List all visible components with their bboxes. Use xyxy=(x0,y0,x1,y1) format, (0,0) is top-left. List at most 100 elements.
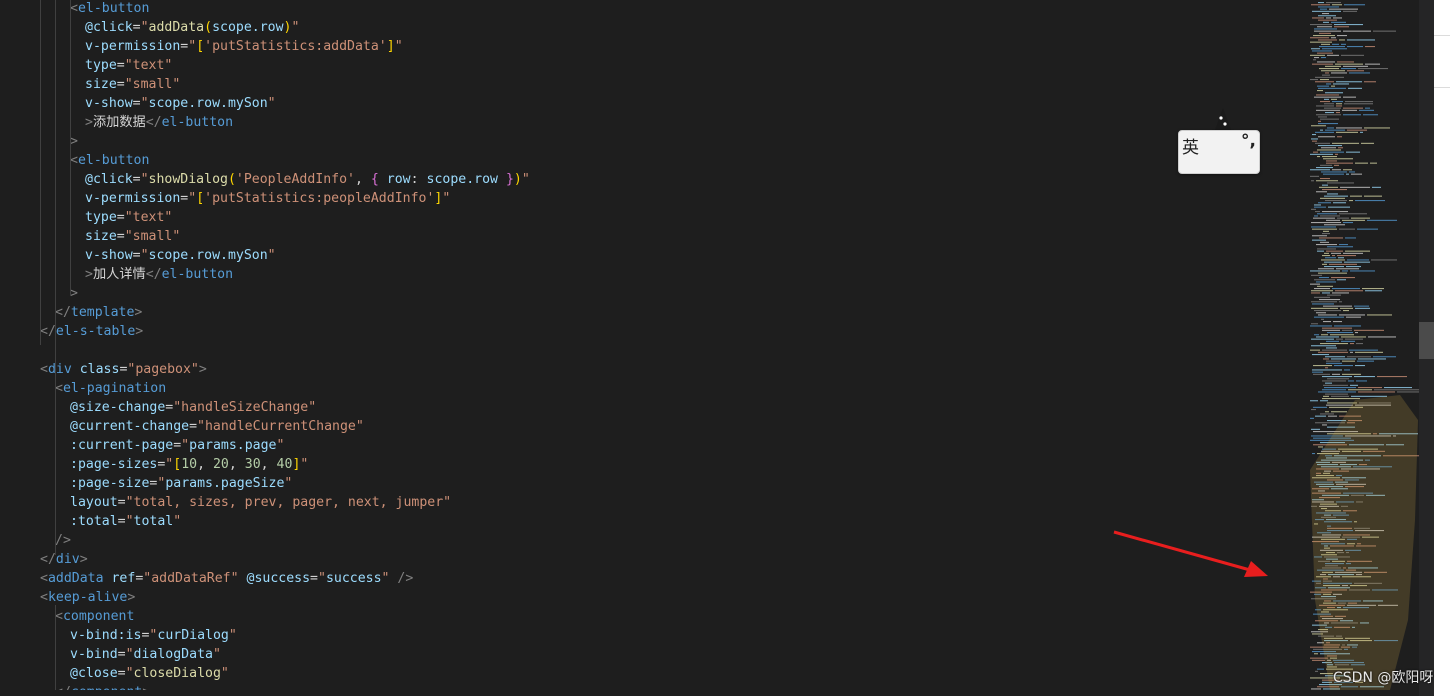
code-line[interactable]: v-show="scope.row.mySon" xyxy=(85,246,276,265)
minimap-code-bar xyxy=(1328,415,1337,417)
code-line[interactable]: > xyxy=(70,284,78,303)
minimap-code-bar xyxy=(1319,299,1340,301)
code-token: v-permission xyxy=(85,39,181,54)
minimap-code-bar xyxy=(1347,259,1369,261)
minimap-code-bar xyxy=(1321,318,1324,320)
code-line[interactable]: <el-button xyxy=(70,151,149,170)
minimap-code-bar xyxy=(1316,105,1334,107)
code-token: type xyxy=(85,58,117,73)
minimap-code-bar xyxy=(1314,28,1337,30)
minimap-code-bar xyxy=(1313,151,1318,153)
minimap-code-bar xyxy=(1318,272,1347,274)
vertical-scrollbar-thumb[interactable] xyxy=(1419,322,1434,359)
code-line[interactable]: v-permission="['putStatistics:peopleAddI… xyxy=(85,189,450,208)
minimap-code-bar xyxy=(1310,79,1318,81)
minimap-code-bar xyxy=(1329,263,1357,265)
code-line[interactable]: > xyxy=(70,132,78,151)
code-token: v-bind:is xyxy=(70,628,142,643)
code-line[interactable]: v-bind:is="curDialog" xyxy=(70,626,237,645)
code-line[interactable]: @click="showDialog('PeopleAddInfo', { ro… xyxy=(85,170,530,189)
code-line[interactable]: v-bind="dialogData" xyxy=(70,645,221,664)
ime-punctuation-indicator[interactable]: °, xyxy=(1241,131,1256,151)
code-line[interactable]: <addData ref="addDataRef" @success="succ… xyxy=(40,569,413,588)
ime-status-widget[interactable]: 英 °, xyxy=(1178,130,1260,174)
code-token: "small" xyxy=(124,77,181,92)
code-token: keep-alive xyxy=(47,590,128,605)
code-editor[interactable]: <el-button @click="addData(scope.row)" v-p… xyxy=(0,0,1300,696)
minimap-code-bar xyxy=(1327,182,1354,184)
minimap-code-bar xyxy=(1370,162,1377,164)
code-line[interactable]: >加人详情</el-button xyxy=(85,265,233,284)
minimap-code-bar xyxy=(1314,310,1341,312)
minimap-code-bar xyxy=(1310,41,1332,43)
code-line[interactable]: >添加数据</el-button xyxy=(85,113,233,132)
code-line[interactable]: v-permission="['putStatistics:addData']" xyxy=(85,37,403,56)
minimap-code-bar xyxy=(1312,140,1317,142)
code-line[interactable]: <component xyxy=(55,607,134,626)
minimap-code-bar xyxy=(1320,241,1329,243)
minimap-code-bar xyxy=(1354,376,1375,378)
minimap-code-bar xyxy=(1314,316,1344,318)
minimap-code-bar xyxy=(1317,213,1337,215)
code-token: > xyxy=(79,552,88,567)
minimap-code-bar xyxy=(1320,151,1344,153)
minimap-code-bar xyxy=(1322,327,1352,329)
minimap-code-bar xyxy=(1327,294,1341,296)
code-line[interactable]: /> xyxy=(55,531,71,550)
code-token: " xyxy=(228,628,237,643)
minimap-code-bar xyxy=(1356,343,1363,345)
code-line[interactable]: @click="addData(scope.row)" xyxy=(85,18,299,37)
minimap-code-bar xyxy=(1312,50,1332,52)
code-line[interactable]: size="small" xyxy=(85,75,180,94)
minimap-code-bar xyxy=(1358,391,1395,393)
code-token: " xyxy=(521,172,530,187)
minimap-code-bar xyxy=(1322,13,1329,15)
code-line[interactable]: :current-page="params.page" xyxy=(70,436,284,455)
ime-language-indicator[interactable]: 英 xyxy=(1182,133,1199,158)
minimap-code-bar xyxy=(1318,268,1334,270)
code-line[interactable]: @current-change="handleCurrentChange" xyxy=(70,417,364,436)
code-line[interactable]: </template> xyxy=(55,303,142,322)
code-line[interactable]: @close="closeDialog" xyxy=(70,664,229,683)
minimap-code-bar xyxy=(1310,24,1332,26)
minimap-code-bar xyxy=(1316,94,1339,96)
minimap-code-bar xyxy=(1317,248,1336,250)
editor-bottom-edge xyxy=(0,690,1300,696)
minimap-code-bar xyxy=(1341,336,1366,338)
minimap[interactable] xyxy=(1300,0,1420,696)
code-line[interactable]: <div class="pagebox"> xyxy=(40,360,207,379)
side-panel-edge xyxy=(1434,0,1450,696)
minimap-code-bar xyxy=(1348,380,1354,382)
minimap-code-bar xyxy=(1322,424,1327,426)
code-line[interactable]: :total="total" xyxy=(70,512,181,531)
minimap-code-bar xyxy=(1312,10,1341,12)
code-line[interactable]: :page-sizes="[10, 20, 30, 40]" xyxy=(70,455,308,474)
code-token: " xyxy=(276,438,285,453)
minimap-code-bar xyxy=(1343,252,1363,254)
code-token: = xyxy=(116,58,125,73)
minimap-code-bar xyxy=(1349,200,1353,202)
code-line[interactable]: size="small" xyxy=(85,227,180,246)
code-token: < xyxy=(70,1,78,16)
code-line[interactable]: @size-change="handleSizeChange" xyxy=(70,398,316,417)
code-token: < xyxy=(55,609,63,624)
code-token: closeDialog xyxy=(133,666,221,681)
code-token: " xyxy=(317,571,326,586)
code-line[interactable]: type="text" xyxy=(85,208,172,227)
minimap-code-bar xyxy=(1321,70,1345,72)
minimap-code-bar xyxy=(1318,116,1327,118)
code-line[interactable]: <el-button xyxy=(70,0,149,18)
code-token: showDialog xyxy=(148,172,228,187)
code-token: addData xyxy=(47,571,104,586)
minimap-code-bar xyxy=(1311,48,1320,50)
code-line[interactable]: type="text" xyxy=(85,56,172,75)
code-line[interactable]: v-show="scope.row.mySon" xyxy=(85,94,276,113)
minimap-code-bar xyxy=(1326,83,1331,85)
code-line[interactable]: <el-pagination xyxy=(55,379,166,398)
code-line[interactable]: :page-size="params.pageSize" xyxy=(70,474,292,493)
code-token: v-permission xyxy=(85,191,181,206)
code-line[interactable]: </div> xyxy=(40,550,88,569)
minimap-code-bar xyxy=(1319,46,1345,48)
code-line[interactable]: layout="total, sizes, prev, pager, next,… xyxy=(70,493,451,512)
code-token: > xyxy=(134,305,143,320)
